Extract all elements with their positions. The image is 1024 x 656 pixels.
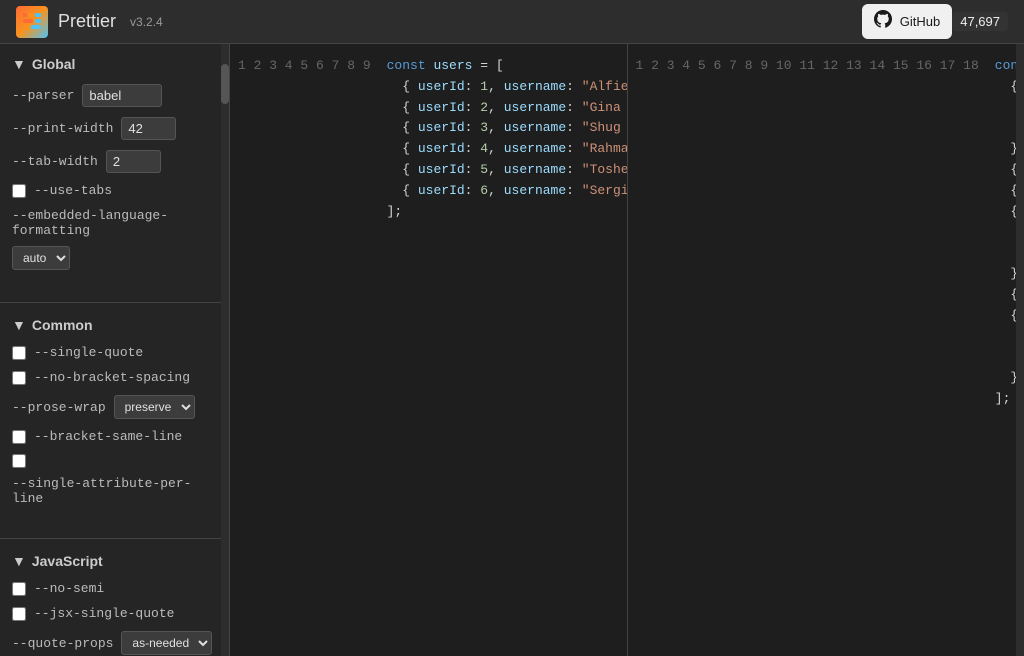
common-arrow-icon: ▼ (12, 317, 26, 333)
global-arrow-icon: ▼ (12, 56, 26, 72)
github-label: GitHub (900, 14, 940, 29)
sidebar: ▼ Global --parser --print-width --tab-wi… (0, 44, 230, 656)
single-attr-label: --single-attribute-per-line (12, 476, 217, 506)
common-section-title: ▼ Common (12, 317, 217, 333)
embedded-lang-option: --embedded-language-formatting auto off (12, 208, 217, 270)
common-section: ▼ Common --single-quote --no-bracket-spa… (0, 317, 229, 532)
single-quote-label: --single-quote (34, 345, 143, 360)
sidebar-scrollbar-thumb[interactable] (221, 64, 229, 104)
no-bracket-spacing-label: --no-bracket-spacing (34, 370, 190, 385)
sidebar-scrollbar-track (221, 44, 229, 656)
github-button[interactable]: GitHub (862, 4, 952, 39)
tab-width-option: --tab-width (12, 150, 217, 173)
left-code-panel: 1 2 3 4 5 6 7 8 9 const users = [ { user… (230, 44, 628, 656)
no-semi-checkbox[interactable] (12, 582, 26, 596)
use-tabs-label: --use-tabs (34, 183, 112, 198)
javascript-arrow-icon: ▼ (12, 553, 26, 569)
prose-wrap-select[interactable]: preserve always never (114, 395, 195, 419)
bracket-same-line-label: --bracket-same-line (34, 429, 182, 444)
right-code-panel: 1 2 3 4 5 6 7 8 9 10 11 12 13 14 15 16 1… (628, 44, 1024, 656)
tab-width-input[interactable] (106, 150, 161, 173)
quote-props-option: --quote-props as-needed always consisten… (12, 631, 217, 655)
use-tabs-checkbox[interactable] (12, 184, 26, 198)
parser-input[interactable] (82, 84, 162, 107)
right-code-content[interactable]: const users = [ { userId: 1, username: "… (987, 44, 1016, 656)
no-semi-label: --no-semi (34, 581, 104, 596)
jsx-single-quote-checkbox[interactable] (12, 607, 26, 621)
embedded-lang-select[interactable]: auto off (12, 246, 70, 270)
print-width-label: --print-width (12, 121, 113, 136)
single-quote-checkbox[interactable] (12, 346, 26, 360)
global-section-title: ▼ Global (12, 56, 217, 72)
main-area: ▼ Global --parser --print-width --tab-wi… (0, 44, 1024, 656)
prose-wrap-option: --prose-wrap preserve always never (12, 395, 217, 419)
jsx-single-quote-label: --jsx-single-quote (34, 606, 174, 621)
javascript-section-title: ▼ JavaScript (12, 553, 217, 569)
use-tabs-option: --use-tabs (12, 183, 217, 198)
app-version: v3.2.4 (130, 15, 163, 29)
single-attr-checkbox[interactable] (12, 454, 26, 468)
left-code-content[interactable]: const users = [ { userId: 1, username: "… (379, 44, 627, 656)
bracket-same-line-checkbox[interactable] (12, 430, 26, 444)
quote-props-select[interactable]: as-needed always consistent preserve (121, 631, 212, 655)
app-title: Prettier (58, 11, 116, 32)
print-width-option: --print-width (12, 117, 217, 140)
parser-option: --parser (12, 84, 217, 107)
app-header: Prettier v3.2.4 GitHub 47,697 (0, 0, 1024, 44)
parser-label: --parser (12, 88, 74, 103)
jsx-single-quote-option: --jsx-single-quote (12, 606, 217, 621)
single-quote-option: --single-quote (12, 345, 217, 360)
left-line-numbers: 1 2 3 4 5 6 7 8 9 (230, 44, 379, 656)
right-panel-scrollbar[interactable] (1016, 44, 1024, 656)
github-count: 47,697 (952, 12, 1008, 31)
github-icon (874, 10, 892, 33)
quote-props-label: --quote-props (12, 636, 113, 651)
prettier-logo-icon (16, 6, 48, 38)
embedded-lang-label: --embedded-language-formatting (12, 208, 217, 238)
print-width-input[interactable] (121, 117, 176, 140)
global-section: ▼ Global --parser --print-width --tab-wi… (0, 56, 229, 296)
prose-wrap-label: --prose-wrap (12, 400, 106, 415)
bracket-same-line-option: --bracket-same-line (12, 429, 217, 444)
code-area: 1 2 3 4 5 6 7 8 9 const users = [ { user… (230, 44, 1024, 656)
right-line-numbers: 1 2 3 4 5 6 7 8 9 10 11 12 13 14 15 16 1… (628, 44, 987, 656)
javascript-section: ▼ JavaScript --no-semi --jsx-single-quot… (0, 553, 229, 656)
app-logo: Prettier v3.2.4 (16, 6, 163, 38)
single-attr-option: --single-attribute-per-line (12, 454, 217, 506)
no-semi-option: --no-semi (12, 581, 217, 596)
tab-width-label: --tab-width (12, 154, 98, 169)
no-bracket-spacing-option: --no-bracket-spacing (12, 370, 217, 385)
no-bracket-spacing-checkbox[interactable] (12, 371, 26, 385)
